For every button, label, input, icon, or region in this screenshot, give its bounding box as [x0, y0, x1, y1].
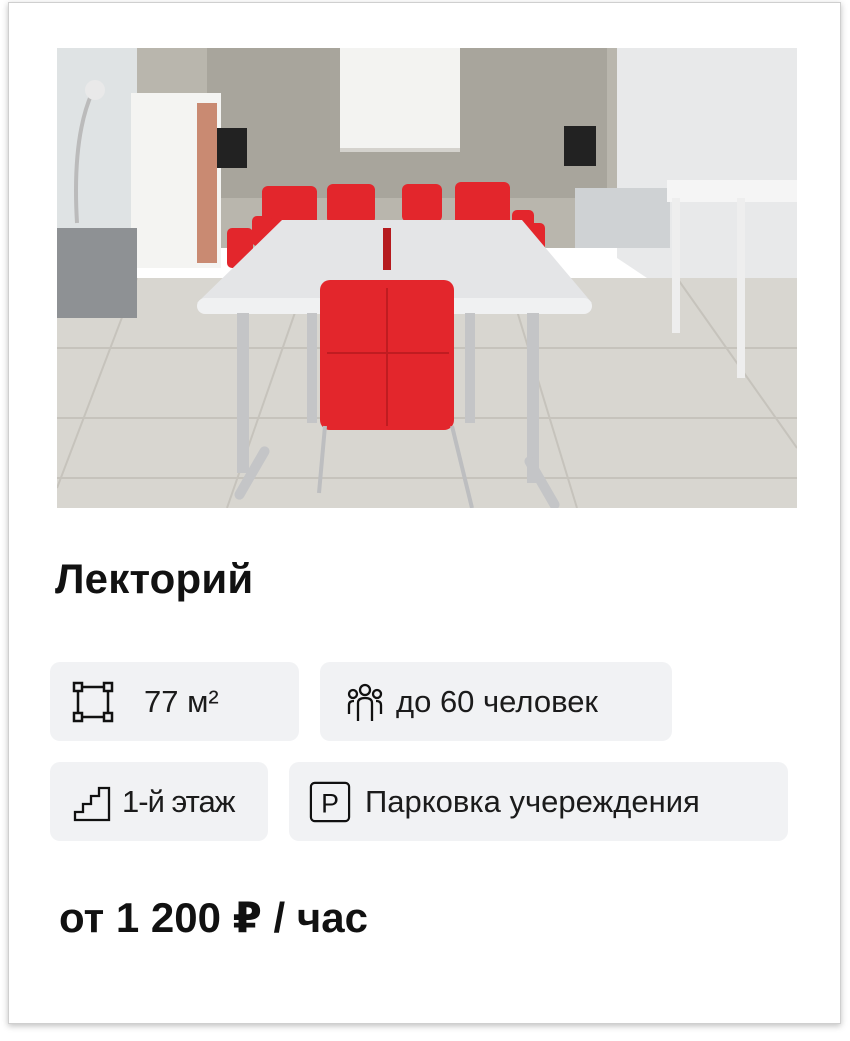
- area-frame-icon: [72, 681, 114, 723]
- floor-label: 1-й этаж: [122, 783, 235, 819]
- area-label: 77 м²: [144, 683, 219, 719]
- people-icon: [344, 681, 386, 723]
- parking-icon: P: [309, 781, 351, 823]
- room-title: Лекторий: [55, 555, 254, 602]
- capacity-label: до 60 человек: [396, 683, 598, 719]
- area-chip: 77 м²: [50, 662, 299, 741]
- capacity-chip: до 60 человек: [320, 662, 672, 741]
- price-label: от 1 200 ₽ / час: [59, 894, 368, 941]
- parking-chip: P Парковка учереждения: [289, 762, 788, 841]
- venue-card[interactable]: Лекторий 77 м² до 60 человек 1-й этаж P …: [8, 2, 841, 1024]
- floor-chip: 1-й этаж: [50, 762, 268, 841]
- stairs-icon: [72, 781, 114, 823]
- parking-label: Парковка учереждения: [365, 783, 700, 819]
- svg-text:P: P: [321, 788, 339, 818]
- room-photo: [57, 48, 797, 508]
